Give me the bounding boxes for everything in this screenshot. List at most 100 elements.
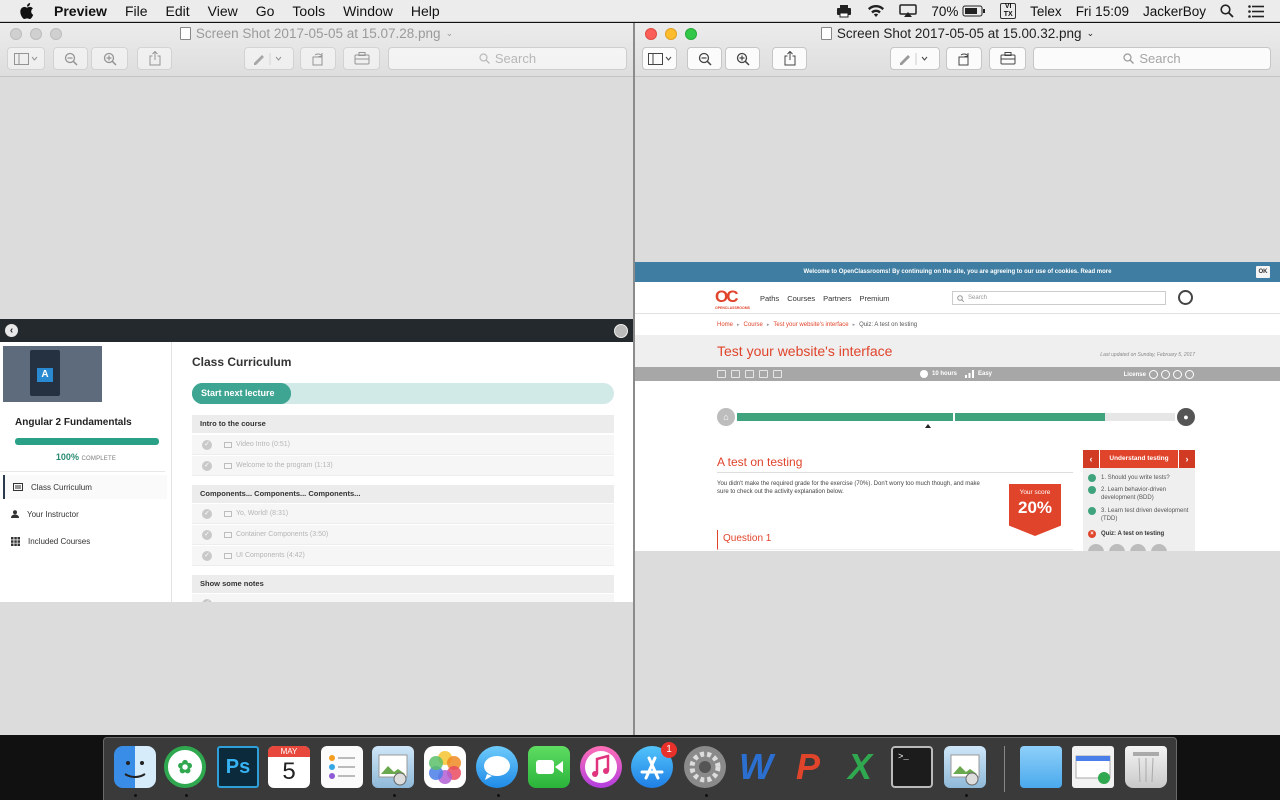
back-icon: ‹ xyxy=(5,324,18,337)
messages-icon[interactable] xyxy=(476,746,518,788)
menu-view[interactable]: View xyxy=(199,0,247,22)
window-title-text: Screen Shot 2017-05-05 at 15.00.32.png xyxy=(836,26,1082,41)
preview-window-right[interactable]: Screen Shot 2017-05-05 at 15.00.32.png ⌄… xyxy=(635,23,1280,735)
app-store-icon[interactable]: 1 xyxy=(631,742,677,788)
trash-icon[interactable] xyxy=(1125,746,1167,788)
search-icon xyxy=(479,53,490,64)
difficulty-bars-icon xyxy=(965,370,974,378)
difficulty-text: Easy xyxy=(978,371,993,377)
coccoc-browser-icon[interactable]: ✿ xyxy=(164,746,206,788)
markup-button[interactable] xyxy=(244,47,294,70)
excel-icon[interactable]: X xyxy=(839,746,881,788)
nav-label: Your Instructor xyxy=(27,509,79,519)
by-icon xyxy=(1161,370,1170,379)
video-icon xyxy=(224,462,232,469)
menu-help[interactable]: Help xyxy=(402,0,449,22)
search-icon xyxy=(957,294,964,302)
spotlight-icon[interactable] xyxy=(1220,4,1234,18)
chevron-right-icon: ▸ xyxy=(766,322,770,328)
wifi-icon[interactable] xyxy=(867,4,885,18)
zoom-in-button[interactable] xyxy=(91,47,128,70)
openclassrooms-logo: OC OPENCLASSROOMS xyxy=(715,288,751,311)
license-text: License xyxy=(1123,371,1146,378)
user-menu[interactable]: JackerBoy xyxy=(1143,4,1206,19)
photoshop-icon[interactable]: Ps xyxy=(217,746,259,788)
progress-percent: 100% xyxy=(55,452,79,462)
window-title[interactable]: Screen Shot 2017-05-05 at 15.00.32.png ⌄ xyxy=(635,26,1280,41)
preview-app-icon[interactable] xyxy=(372,746,414,788)
lecture-row: ✓ xyxy=(192,594,614,602)
search-field[interactable]: Search xyxy=(1033,47,1271,70)
finder-icon[interactable] xyxy=(114,746,156,788)
lecture-title: Welcome to the program (1:13) xyxy=(236,462,333,469)
current-position-marker xyxy=(925,424,931,428)
cookie-banner: Welcome to OpenClassrooms! By continuing… xyxy=(635,262,1280,282)
menu-window[interactable]: Window xyxy=(334,0,402,22)
preview-running-icon[interactable] xyxy=(944,746,986,788)
airplay-icon[interactable] xyxy=(899,4,918,18)
nav-included-courses: Included Courses xyxy=(3,529,167,553)
share-button[interactable] xyxy=(137,47,172,70)
system-preferences-icon[interactable] xyxy=(684,746,726,788)
rotate-button[interactable] xyxy=(300,47,336,70)
search-field[interactable]: Search xyxy=(388,47,627,70)
sa-icon xyxy=(1185,370,1194,379)
calendar-month: MAY xyxy=(268,746,310,757)
check-icon xyxy=(1088,507,1096,515)
photos-icon[interactable] xyxy=(424,746,466,788)
menu-tools[interactable]: Tools xyxy=(283,0,334,22)
calendar-icon[interactable]: MAY 5 xyxy=(268,746,310,788)
search-placeholder: Search xyxy=(494,51,537,66)
last-updated: Last updated on Sunday, February 5, 2017 xyxy=(1100,352,1195,358)
menu-edit[interactable]: Edit xyxy=(157,0,199,22)
video-icon xyxy=(224,510,232,517)
zoom-in-button[interactable] xyxy=(725,47,760,70)
window-title[interactable]: Screen Shot 2017-05-05 at 15.07.28.png ⌄ xyxy=(0,26,633,41)
terminal-icon[interactable]: >_ xyxy=(891,746,933,788)
menu-bar: Preview File Edit View Go Tools Window H… xyxy=(0,0,1280,22)
notification-center-icon[interactable] xyxy=(1248,4,1264,18)
question-heading: Question 1 xyxy=(717,530,1073,550)
applications-stack-icon[interactable] xyxy=(1072,746,1114,788)
dock-separator xyxy=(1004,746,1005,792)
chevron-right-icon: ▸ xyxy=(852,322,856,328)
sidebar-toggle-button[interactable] xyxy=(642,47,677,70)
score-value: 20% xyxy=(1017,498,1053,517)
print-status-icon[interactable] xyxy=(835,4,853,18)
powerpoint-icon[interactable]: P xyxy=(787,746,829,788)
input-source-label[interactable]: Telex xyxy=(1030,4,1062,19)
clock[interactable]: Fri 15:09 xyxy=(1076,4,1129,19)
battery-status[interactable]: 70% xyxy=(931,4,986,19)
word-icon[interactable]: W xyxy=(735,746,777,788)
markup-button[interactable] xyxy=(890,47,940,70)
curriculum-icon xyxy=(13,483,23,491)
start-next-lecture-button: Start next lecture › xyxy=(192,383,291,404)
preview-window-left[interactable]: Screen Shot 2017-05-05 at 15.07.28.png ⌄… xyxy=(0,23,633,735)
lecture-row: ✓ Container Components (3:50) xyxy=(192,525,614,545)
graduation-icon xyxy=(773,370,782,378)
menu-file[interactable]: File xyxy=(116,0,157,22)
zoom-out-button[interactable] xyxy=(687,47,722,70)
itunes-icon[interactable] xyxy=(580,746,622,788)
progress-fill xyxy=(737,413,1105,421)
divider xyxy=(0,471,165,472)
sidebar-toggle-button[interactable] xyxy=(7,47,45,70)
menu-go[interactable]: Go xyxy=(247,0,284,22)
site-search-placeholder: Search xyxy=(968,295,988,301)
share-button[interactable] xyxy=(772,47,807,70)
toolbox-button[interactable] xyxy=(989,47,1026,70)
chevron-down-icon: ⌄ xyxy=(445,28,454,38)
window-title-text: Screen Shot 2017-05-05 at 15.07.28.png xyxy=(195,26,441,41)
apple-menu-icon[interactable] xyxy=(0,2,54,19)
facetime-icon[interactable] xyxy=(528,746,570,788)
reminders-icon[interactable] xyxy=(321,746,363,788)
app-menu[interactable]: Preview xyxy=(54,0,116,22)
toolbox-button[interactable] xyxy=(343,47,380,70)
input-source-menu[interactable]: VI TX xyxy=(1000,3,1017,19)
zoom-out-button[interactable] xyxy=(53,47,88,70)
downloads-folder-icon[interactable] xyxy=(1020,746,1062,788)
rotate-button[interactable] xyxy=(946,47,982,70)
course-header: Test your website's interface Last updat… xyxy=(635,335,1280,367)
twitter-icon xyxy=(1088,544,1104,551)
search-placeholder: Search xyxy=(1139,51,1181,66)
